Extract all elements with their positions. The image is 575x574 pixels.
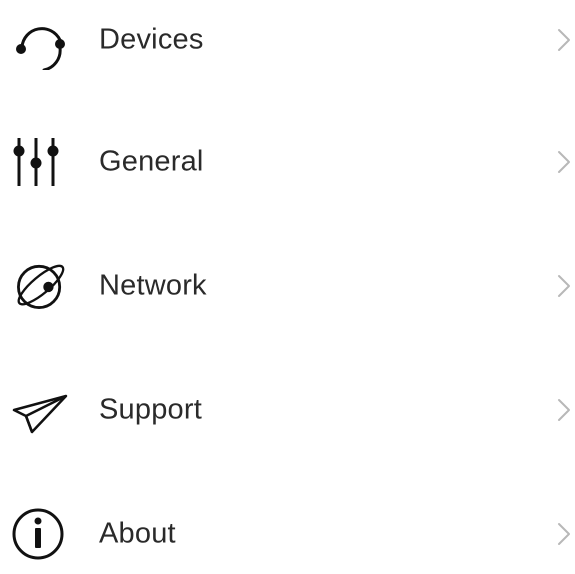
chevron-right-icon xyxy=(558,523,570,545)
chevron-right-icon xyxy=(558,275,570,297)
menu-item-devices[interactable]: Devices xyxy=(0,0,575,80)
menu-item-general[interactable]: General xyxy=(0,122,575,202)
menu-item-label: General xyxy=(99,145,204,178)
globe-orbit-icon xyxy=(10,256,70,316)
menu-item-about[interactable]: About xyxy=(0,494,575,574)
menu-item-label: Devices xyxy=(99,23,204,56)
chevron-right-icon xyxy=(558,29,570,51)
info-icon xyxy=(10,504,70,564)
menu-item-label: About xyxy=(99,517,176,550)
chevron-right-icon xyxy=(558,151,570,173)
chevron-right-icon xyxy=(558,399,570,421)
headset-icon xyxy=(10,10,70,70)
menu-item-label: Network xyxy=(99,269,207,302)
settings-menu: Devices General Network Support About xyxy=(0,0,575,568)
sliders-icon xyxy=(10,132,70,192)
menu-item-support[interactable]: Support xyxy=(0,370,575,450)
menu-item-label: Support xyxy=(99,393,202,426)
paper-plane-icon xyxy=(10,380,70,440)
menu-item-network[interactable]: Network xyxy=(0,246,575,326)
